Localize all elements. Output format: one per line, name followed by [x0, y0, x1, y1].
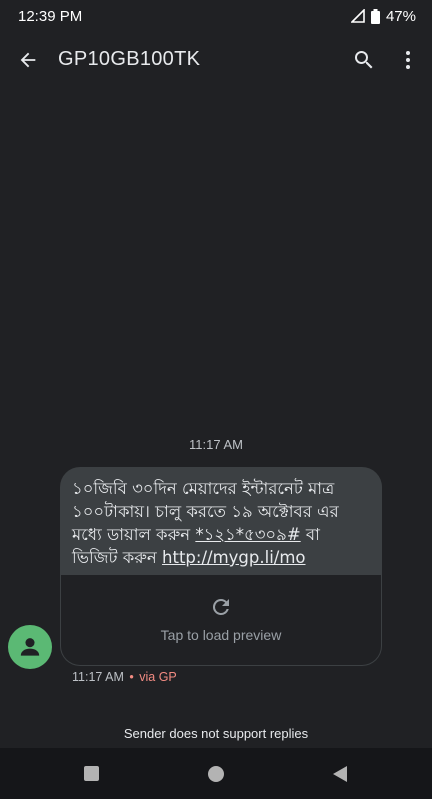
sender-avatar[interactable]	[8, 625, 52, 669]
search-button[interactable]	[350, 46, 378, 74]
back-button[interactable]	[14, 46, 42, 74]
navigation-bar	[0, 748, 432, 799]
message-time: 11:17 AM	[72, 670, 124, 684]
url-link[interactable]: http://mygp.li/mo	[162, 548, 305, 567]
link-preview-placeholder[interactable]: Tap to load preview	[61, 575, 381, 665]
no-reply-notice: Sender does not support replies	[123, 726, 309, 741]
more-vert-icon	[406, 51, 410, 69]
ussd-code-link[interactable]: *১২১*৫৩০৯#	[195, 525, 300, 544]
battery-percent: 47%	[385, 7, 416, 25]
person-icon	[20, 638, 40, 656]
app-bar: GP10GB100TK	[0, 32, 432, 88]
via-carrier: via GP	[139, 670, 177, 684]
status-bar: 12:39 PM 47%	[0, 0, 432, 32]
message-meta: 11:17 AM • via GP	[72, 670, 177, 684]
more-options-button[interactable]	[394, 46, 422, 74]
home-circle-icon[interactable]	[208, 766, 224, 782]
meta-separator: •	[129, 670, 134, 684]
status-icons: 47%	[350, 7, 416, 25]
signal-icon	[350, 9, 365, 23]
conversation-title: GP10GB100TK	[58, 48, 201, 70]
status-time: 12:39 PM	[18, 7, 83, 25]
message-bubble[interactable]: ১০জিবি ৩০দিন মেয়াদের ইন্টারনেট মাত্র ১০…	[60, 467, 382, 666]
message-text: ১০জিবি ৩০দিন মেয়াদের ইন্টারনেট মাত্র ১০…	[60, 467, 382, 575]
nav-back-triangle-icon[interactable]	[331, 765, 349, 783]
recents-square-icon[interactable]	[84, 766, 99, 781]
refresh-icon	[212, 599, 229, 615]
search-icon	[355, 51, 373, 69]
tap-to-load-preview-label: Tap to load preview	[160, 627, 282, 643]
battery-icon	[370, 8, 380, 24]
message-date-header: 11:17 AM	[189, 437, 243, 452]
arrow-back-icon	[20, 52, 36, 68]
